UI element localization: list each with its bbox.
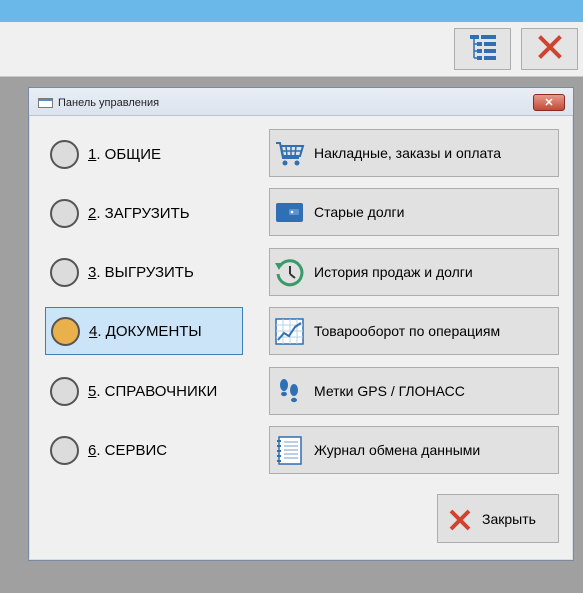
top-accent-bar bbox=[0, 0, 583, 22]
gps-marks-button[interactable]: Метки GPS / ГЛОНАСС bbox=[269, 367, 559, 415]
invoices-orders-button[interactable]: Накладные, заказы и оплата bbox=[269, 129, 559, 177]
close-x-icon bbox=[444, 504, 475, 535]
exchange-log-button[interactable]: Журнал обмена данными bbox=[269, 426, 559, 474]
action-label: Товарооборот по операциям bbox=[314, 323, 501, 339]
notebook-icon bbox=[274, 435, 305, 466]
radio-label: 1. ОБЩИЕ bbox=[88, 145, 162, 163]
radio-circle[interactable] bbox=[50, 435, 79, 465]
radio-label: 6. СЕРВИС bbox=[88, 441, 168, 459]
shopping-cart-icon bbox=[274, 138, 305, 169]
close-label: Закрыть bbox=[482, 511, 536, 527]
history-clock-icon bbox=[274, 257, 305, 288]
sales-history-button[interactable]: История продаж и долги bbox=[269, 248, 559, 296]
radio-upload[interactable]: 2. ЗАГРУЗИТЬ bbox=[45, 189, 243, 237]
radio-service[interactable]: 6. СЕРВИС bbox=[45, 426, 243, 474]
radio-label: 2. ЗАГРУЗИТЬ bbox=[88, 204, 190, 222]
radio-general[interactable]: 1. ОБЩИЕ bbox=[45, 130, 243, 178]
action-label: Накладные, заказы и оплата bbox=[314, 145, 502, 161]
action-label: Журнал обмена данными bbox=[314, 442, 481, 458]
radio-circle-selected[interactable] bbox=[51, 316, 80, 346]
action-label: Старые долги bbox=[314, 204, 405, 220]
tree-list-icon bbox=[468, 32, 498, 67]
action-label: Метки GPS / ГЛОНАСС bbox=[314, 383, 465, 399]
radio-label: 3. ВЫГРУЗИТЬ bbox=[88, 263, 194, 281]
radio-circle[interactable] bbox=[50, 257, 79, 287]
window-icon bbox=[38, 98, 53, 108]
old-debts-button[interactable]: Старые долги bbox=[269, 188, 559, 236]
dialog-close-button[interactable]: ✕ bbox=[533, 94, 565, 111]
app-close-button[interactable] bbox=[521, 28, 578, 70]
action-label: История продаж и долги bbox=[314, 264, 473, 280]
radio-download[interactable]: 3. ВЫГРУЗИТЬ bbox=[45, 248, 243, 296]
close-icon: ✕ bbox=[544, 97, 554, 109]
close-dialog-button[interactable]: Закрыть bbox=[437, 494, 559, 543]
radio-circle[interactable] bbox=[50, 198, 79, 228]
dialog-titlebar[interactable]: Панель управления ✕ bbox=[29, 88, 573, 116]
radio-label: 4. ДОКУМЕНТЫ bbox=[89, 322, 202, 340]
dialog-title: Панель управления bbox=[58, 97, 160, 109]
radio-documents[interactable]: 4. ДОКУМЕНТЫ bbox=[45, 307, 243, 355]
radio-label: 5. СПРАВОЧНИКИ bbox=[88, 382, 218, 400]
radio-references[interactable]: 5. СПРАВОЧНИКИ bbox=[45, 367, 243, 415]
chart-icon bbox=[274, 316, 305, 347]
radio-circle[interactable] bbox=[50, 376, 79, 406]
close-x-icon bbox=[537, 34, 562, 64]
footprints-icon bbox=[274, 376, 305, 407]
wallet-icon bbox=[274, 197, 305, 228]
turnover-button[interactable]: Товарооборот по операциям bbox=[269, 307, 559, 355]
menu-tree-button[interactable] bbox=[454, 28, 511, 70]
radio-circle[interactable] bbox=[50, 139, 79, 169]
main-toolbar bbox=[0, 22, 583, 77]
